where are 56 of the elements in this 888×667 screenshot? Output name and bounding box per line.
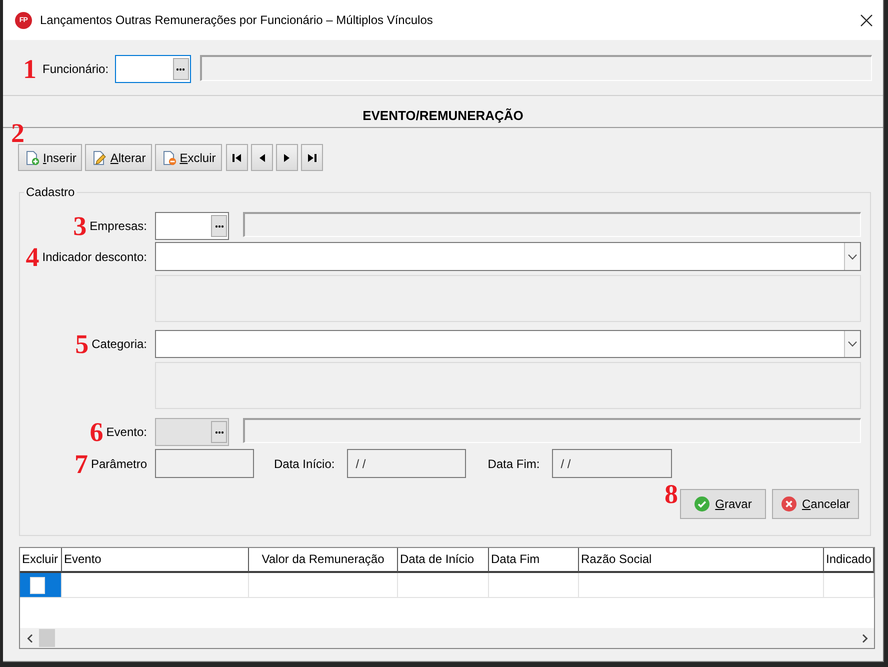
- section-title: EVENTO/REMUNERAÇÃO: [362, 108, 524, 123]
- group-title: Cadastro: [25, 185, 76, 199]
- field-label: Indicador desconto:: [42, 250, 147, 264]
- field-value: / /: [356, 456, 366, 470]
- scrollbar-thumb[interactable]: [39, 629, 55, 647]
- skip-back-icon: [232, 152, 242, 162]
- dropdown-field[interactable]: [155, 242, 861, 271]
- selected-cell[interactable]: [20, 573, 62, 598]
- document-pencil-icon: [91, 150, 108, 166]
- field-label: Evento:: [106, 425, 147, 439]
- code-field[interactable]: [114, 55, 191, 83]
- code-field[interactable]: [155, 212, 229, 240]
- save-button[interactable]: Gravar: [680, 489, 766, 519]
- step-number: 8: [664, 481, 678, 507]
- field-value: / /: [560, 456, 571, 470]
- field-label: Data Início:: [274, 456, 335, 470]
- cancel-button[interactable]: Cancelar: [772, 489, 859, 519]
- field-label: Parâmetro: [90, 456, 147, 470]
- triangle-right-icon: [284, 152, 290, 162]
- step-number: 4: [26, 244, 40, 270]
- step-number: 6: [90, 419, 104, 445]
- field-label: Data Fim:: [488, 456, 540, 470]
- skip-forward-icon: [306, 152, 317, 162]
- triangle-left-icon: [258, 152, 265, 162]
- field-label: Categoria:: [92, 337, 147, 351]
- field-label: Empresas:: [90, 219, 147, 233]
- lookup-button[interactable]: [172, 58, 189, 80]
- chevron-right-icon[interactable]: [862, 634, 868, 642]
- dots-icon: [176, 68, 186, 70]
- dots-icon: [214, 224, 224, 228]
- step-number: 2: [11, 120, 24, 146]
- dropdown-field[interactable]: [155, 330, 861, 358]
- field-label: Funcionário:: [42, 62, 109, 76]
- document-plus-icon: [24, 150, 40, 166]
- check-circle-icon: [694, 496, 710, 512]
- chevron-down-icon: [848, 341, 857, 347]
- last-record-button[interactable]: [300, 144, 323, 171]
- edit-button[interactable]: Alterar: [85, 144, 152, 171]
- window-title: Lançamentos Outras Remunerações por Funcionário – Múltiplos Vínculos: [40, 13, 434, 27]
- step-number: 5: [75, 331, 89, 357]
- document-minus-icon: [160, 150, 177, 166]
- chevron-down-icon: [848, 254, 857, 260]
- step-number: 1: [23, 56, 36, 82]
- delete-button[interactable]: Excluir: [154, 144, 222, 171]
- next-record-button[interactable]: [276, 144, 298, 171]
- close-icon: [860, 14, 873, 26]
- dots-icon: [214, 430, 224, 434]
- step-number: 7: [74, 450, 88, 476]
- first-record-button[interactable]: [226, 144, 248, 171]
- insert-button[interactable]: Inserir: [18, 144, 82, 171]
- lookup-button[interactable]: [211, 215, 227, 237]
- checkbox[interactable]: [30, 576, 45, 594]
- x-circle-icon: [780, 496, 797, 512]
- chevron-left-icon[interactable]: [27, 634, 33, 642]
- previous-record-button[interactable]: [250, 144, 273, 171]
- step-number: 3: [73, 213, 87, 239]
